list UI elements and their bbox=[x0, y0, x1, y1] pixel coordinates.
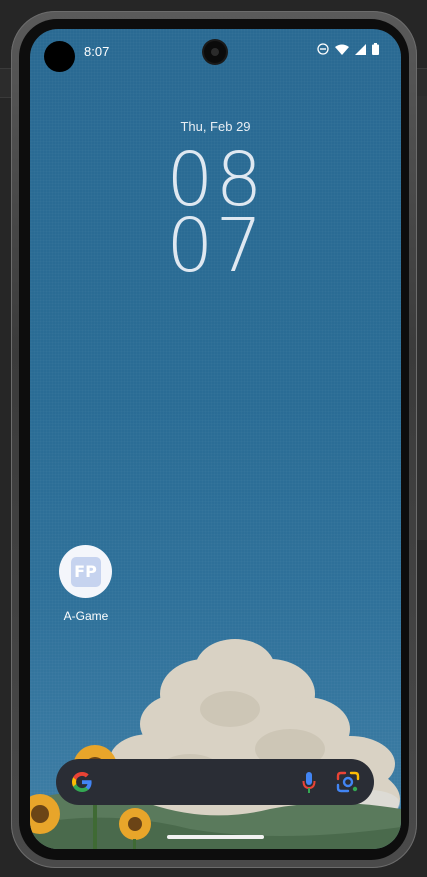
google-lens-icon[interactable] bbox=[336, 771, 360, 793]
google-search-bar[interactable] bbox=[56, 759, 374, 805]
home-screen: 8:07 Thu, Feb 29 08 07 FP A-Game bbox=[30, 29, 401, 849]
status-time: 8:07 bbox=[84, 44, 110, 59]
battery-icon bbox=[372, 43, 379, 55]
signal-icon bbox=[355, 43, 366, 55]
fp-app-icon: FP bbox=[70, 556, 101, 587]
app-label-a-game: A-Game bbox=[63, 609, 109, 623]
front-camera bbox=[204, 41, 226, 63]
gesture-home-indicator[interactable] bbox=[167, 835, 264, 839]
app-icon-a-game[interactable]: FP bbox=[59, 545, 112, 598]
status-icons bbox=[317, 43, 379, 55]
google-g-icon bbox=[72, 772, 92, 792]
wifi-icon bbox=[335, 44, 349, 55]
lock-date[interactable]: Thu, Feb 29 bbox=[30, 119, 401, 134]
camera-cutout-indicator bbox=[44, 41, 75, 72]
do-not-disturb-icon bbox=[317, 43, 329, 55]
wallpaper-scenery bbox=[30, 639, 401, 849]
microphone-icon[interactable] bbox=[302, 771, 316, 795]
clock-minute[interactable]: 07 bbox=[30, 209, 401, 283]
